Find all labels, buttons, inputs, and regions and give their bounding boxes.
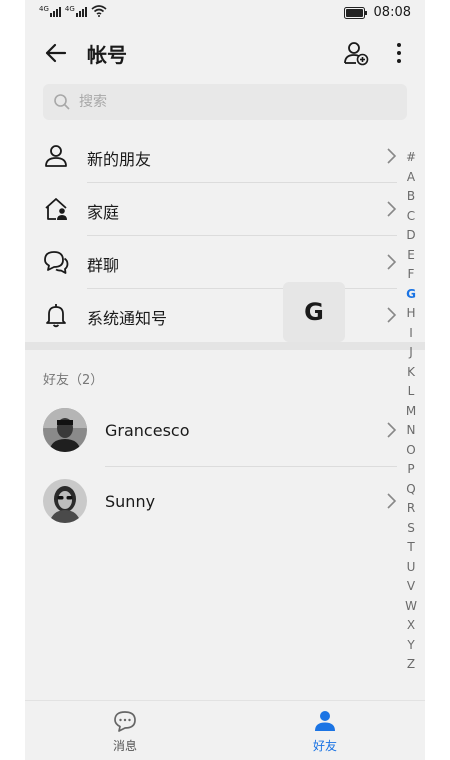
status-bar: 4G 4G 08:08 [25, 0, 425, 26]
index-letter[interactable]: M [406, 402, 416, 422]
portrait-woman-sunglasses-photo [43, 479, 87, 523]
friend-item[interactable]: Sunny [25, 467, 425, 538]
friend-list: Grancesco Sunny [25, 396, 425, 538]
index-letter[interactable]: W [405, 597, 417, 617]
search-bar[interactable] [43, 84, 407, 120]
chevron-right-icon [387, 422, 397, 438]
index-letter[interactable]: C [407, 207, 415, 227]
index-letter[interactable]: Y [407, 636, 414, 656]
index-letter-popup: G [283, 282, 345, 342]
app-header: 帐号 [25, 26, 425, 80]
index-letter[interactable]: I [409, 324, 413, 344]
chat-bubbles-icon [44, 251, 69, 274]
family-item[interactable]: 家庭 [25, 183, 425, 236]
friend-item[interactable]: Grancesco [25, 396, 425, 467]
avatar [43, 479, 87, 523]
back-arrow-icon[interactable] [43, 40, 69, 66]
message-icon [114, 711, 136, 732]
index-letter[interactable]: L [408, 382, 415, 402]
index-letter[interactable]: P [407, 460, 414, 480]
index-letter[interactable]: S [407, 519, 415, 539]
wifi-icon [91, 5, 107, 17]
status-right: 08:08 [343, 5, 411, 20]
chevron-right-icon [387, 307, 397, 323]
page-title: 帐号 [87, 43, 127, 67]
clock: 08:08 [373, 5, 411, 20]
search-icon [54, 94, 70, 110]
tab-friends-label: 好友 [312, 739, 337, 753]
home-person-icon [45, 198, 67, 220]
chevron-right-icon [387, 254, 397, 270]
index-letter[interactable]: X [407, 616, 415, 636]
index-letter[interactable]: N [407, 421, 416, 441]
index-letter[interactable]: U [407, 558, 416, 578]
index-letter[interactable]: F [408, 265, 415, 285]
alphabet-index[interactable]: # A B C D E F G H I J K L M N O P Q R S T U V W X Y Z [401, 148, 421, 675]
index-letter[interactable]: H [406, 304, 415, 324]
friend-name: Sunny [105, 492, 156, 511]
index-letter[interactable]: J [409, 343, 413, 363]
bottom-tab-bar: 消息 好友 [25, 700, 425, 760]
index-letter[interactable]: Q [406, 480, 415, 500]
app-screen: 4G 4G 08:08 帐号 搜索 新的朋友 家庭 群聊 系统通知号 好友（2）… [25, 0, 425, 760]
index-letter[interactable]: D [406, 226, 415, 246]
tab-messages-label: 消息 [112, 739, 137, 753]
index-letter[interactable]: V [407, 577, 415, 597]
group-chat-label: 群聊 [87, 256, 120, 275]
new-friends-item[interactable]: 新的朋友 [25, 130, 425, 183]
search-input[interactable] [79, 84, 379, 120]
person-icon [45, 145, 67, 167]
index-letter[interactable]: B [407, 187, 415, 207]
bell-icon [46, 304, 66, 328]
section-divider [25, 342, 425, 350]
signal-icon: 4G [65, 5, 87, 17]
signal-area: 4G 4G [39, 5, 107, 17]
more-vert-icon[interactable] [391, 40, 407, 66]
chevron-right-icon [387, 493, 397, 509]
index-letter[interactable]: Z [407, 655, 415, 675]
index-letter[interactable]: K [407, 363, 415, 383]
chevron-right-icon [387, 201, 397, 217]
person-filled-icon [315, 711, 335, 731]
portrait-man-photo [43, 408, 87, 452]
chevron-right-icon [387, 148, 397, 164]
system-notification-item[interactable]: 系统通知号 [25, 289, 425, 342]
index-letter[interactable]: R [407, 499, 415, 519]
avatar [43, 408, 87, 452]
index-letter[interactable]: # [406, 148, 416, 168]
group-chat-item[interactable]: 群聊 [25, 236, 425, 289]
index-letter[interactable]: A [407, 168, 415, 188]
index-letter[interactable]: T [407, 538, 414, 558]
new-friends-label: 新的朋友 [87, 150, 152, 169]
signal-label: 4G [39, 5, 49, 13]
signal-icon: 4G [39, 5, 61, 17]
shortcut-list: 新的朋友 家庭 群聊 系统通知号 [25, 130, 425, 342]
index-letter[interactable]: E [407, 246, 415, 266]
signal-label: 4G [64, 5, 75, 13]
friend-name: Grancesco [105, 421, 190, 440]
battery-icon [343, 6, 367, 19]
system-notification-label: 系统通知号 [87, 309, 168, 328]
tab-messages[interactable]: 消息 [25, 701, 225, 760]
tab-friends[interactable]: 好友 [225, 701, 425, 760]
add-contact-icon[interactable] [343, 40, 369, 66]
friends-section-header: 好友（2） [43, 373, 104, 388]
index-letter[interactable]: G [406, 285, 416, 305]
family-label: 家庭 [87, 203, 120, 222]
index-letter[interactable]: O [406, 441, 415, 461]
